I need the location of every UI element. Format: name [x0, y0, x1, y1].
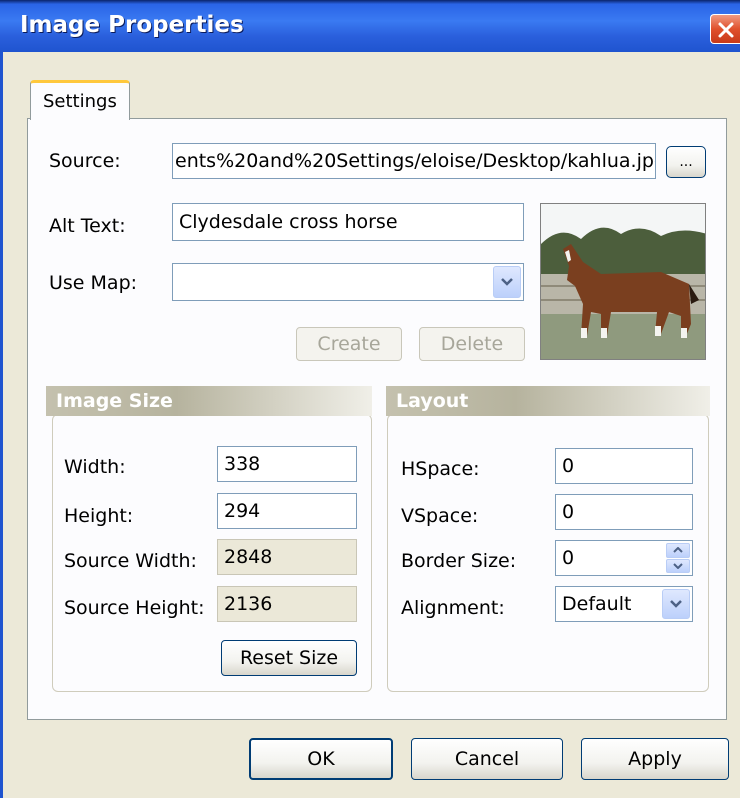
create-button[interactable]: Create — [296, 327, 402, 361]
spin-down-icon[interactable] — [666, 558, 690, 573]
source-width-value: 2848 — [224, 546, 273, 568]
alt-text-label: Alt Text: — [49, 215, 126, 237]
spin-up-icon[interactable] — [666, 543, 690, 558]
source-width-field: 2848 — [217, 539, 357, 575]
image-size-heading: Image Size — [46, 386, 372, 416]
delete-button[interactable]: Delete — [419, 327, 525, 361]
use-map-label: Use Map: — [49, 272, 138, 294]
layout-heading: Layout — [386, 386, 710, 416]
source-height-value: 2136 — [224, 593, 273, 615]
tab-settings[interactable]: Settings — [30, 80, 130, 120]
vspace-input-value: 0 — [562, 501, 575, 523]
reset-size-button-label: Reset Size — [239, 647, 339, 669]
height-input[interactable]: 294 — [217, 493, 357, 529]
border-size-input-value: 0 — [562, 547, 575, 569]
chevron-down-icon[interactable] — [493, 266, 521, 298]
alt-text-input[interactable]: Clydesdale cross horse — [172, 203, 524, 241]
apply-button[interactable]: Apply — [581, 738, 729, 780]
source-width-label: Source Width: — [64, 550, 197, 572]
alignment-select[interactable]: Default — [555, 586, 693, 622]
alignment-label: Alignment: — [401, 597, 505, 619]
height-label: Height: — [64, 505, 134, 527]
hspace-input[interactable]: 0 — [555, 448, 693, 484]
close-icon — [718, 22, 734, 38]
width-input[interactable]: 338 — [217, 446, 357, 482]
reset-size-button[interactable]: Reset Size — [221, 640, 357, 676]
border-size-label: Border Size: — [401, 550, 517, 572]
hspace-label: HSpace: — [401, 458, 480, 480]
source-height-field: 2136 — [217, 586, 357, 622]
close-button[interactable] — [710, 14, 740, 44]
window-title: Image Properties — [20, 12, 244, 38]
width-label: Width: — [64, 456, 126, 478]
ok-button-label: OK — [307, 748, 335, 770]
tab-settings-label: Settings — [43, 91, 117, 112]
apply-button-label: Apply — [628, 748, 682, 770]
vspace-label: VSpace: — [401, 505, 479, 527]
border-size-spinner[interactable] — [666, 543, 690, 573]
hspace-input-value: 0 — [562, 455, 575, 477]
cancel-button-label: Cancel — [454, 748, 520, 770]
browse-button[interactable]: ... — [666, 146, 706, 178]
height-input-value: 294 — [224, 500, 261, 522]
image-preview — [540, 203, 706, 360]
source-label: Source: — [49, 150, 121, 172]
alignment-select-value: Default — [562, 593, 632, 615]
create-button-label: Create — [317, 333, 381, 355]
source-height-label: Source Height: — [64, 597, 205, 619]
border-size-input[interactable]: 0 — [555, 540, 693, 576]
cancel-button[interactable]: Cancel — [411, 738, 563, 780]
delete-button-label: Delete — [440, 333, 504, 355]
alt-text-input-value: Clydesdale cross horse — [179, 211, 398, 233]
vspace-input[interactable]: 0 — [555, 494, 693, 530]
browse-button-label: ... — [679, 154, 693, 170]
source-input-value: ents%20and%20Settings/eloise/Desktop/kah… — [175, 150, 656, 172]
title-bar[interactable]: Image Properties — [0, 0, 740, 52]
ok-button[interactable]: OK — [249, 738, 393, 780]
chevron-down-icon[interactable] — [662, 589, 690, 619]
horse-photo — [541, 204, 705, 359]
source-input[interactable]: ents%20and%20Settings/eloise/Desktop/kah… — [172, 143, 656, 179]
width-input-value: 338 — [224, 453, 261, 475]
use-map-select[interactable] — [172, 263, 524, 301]
